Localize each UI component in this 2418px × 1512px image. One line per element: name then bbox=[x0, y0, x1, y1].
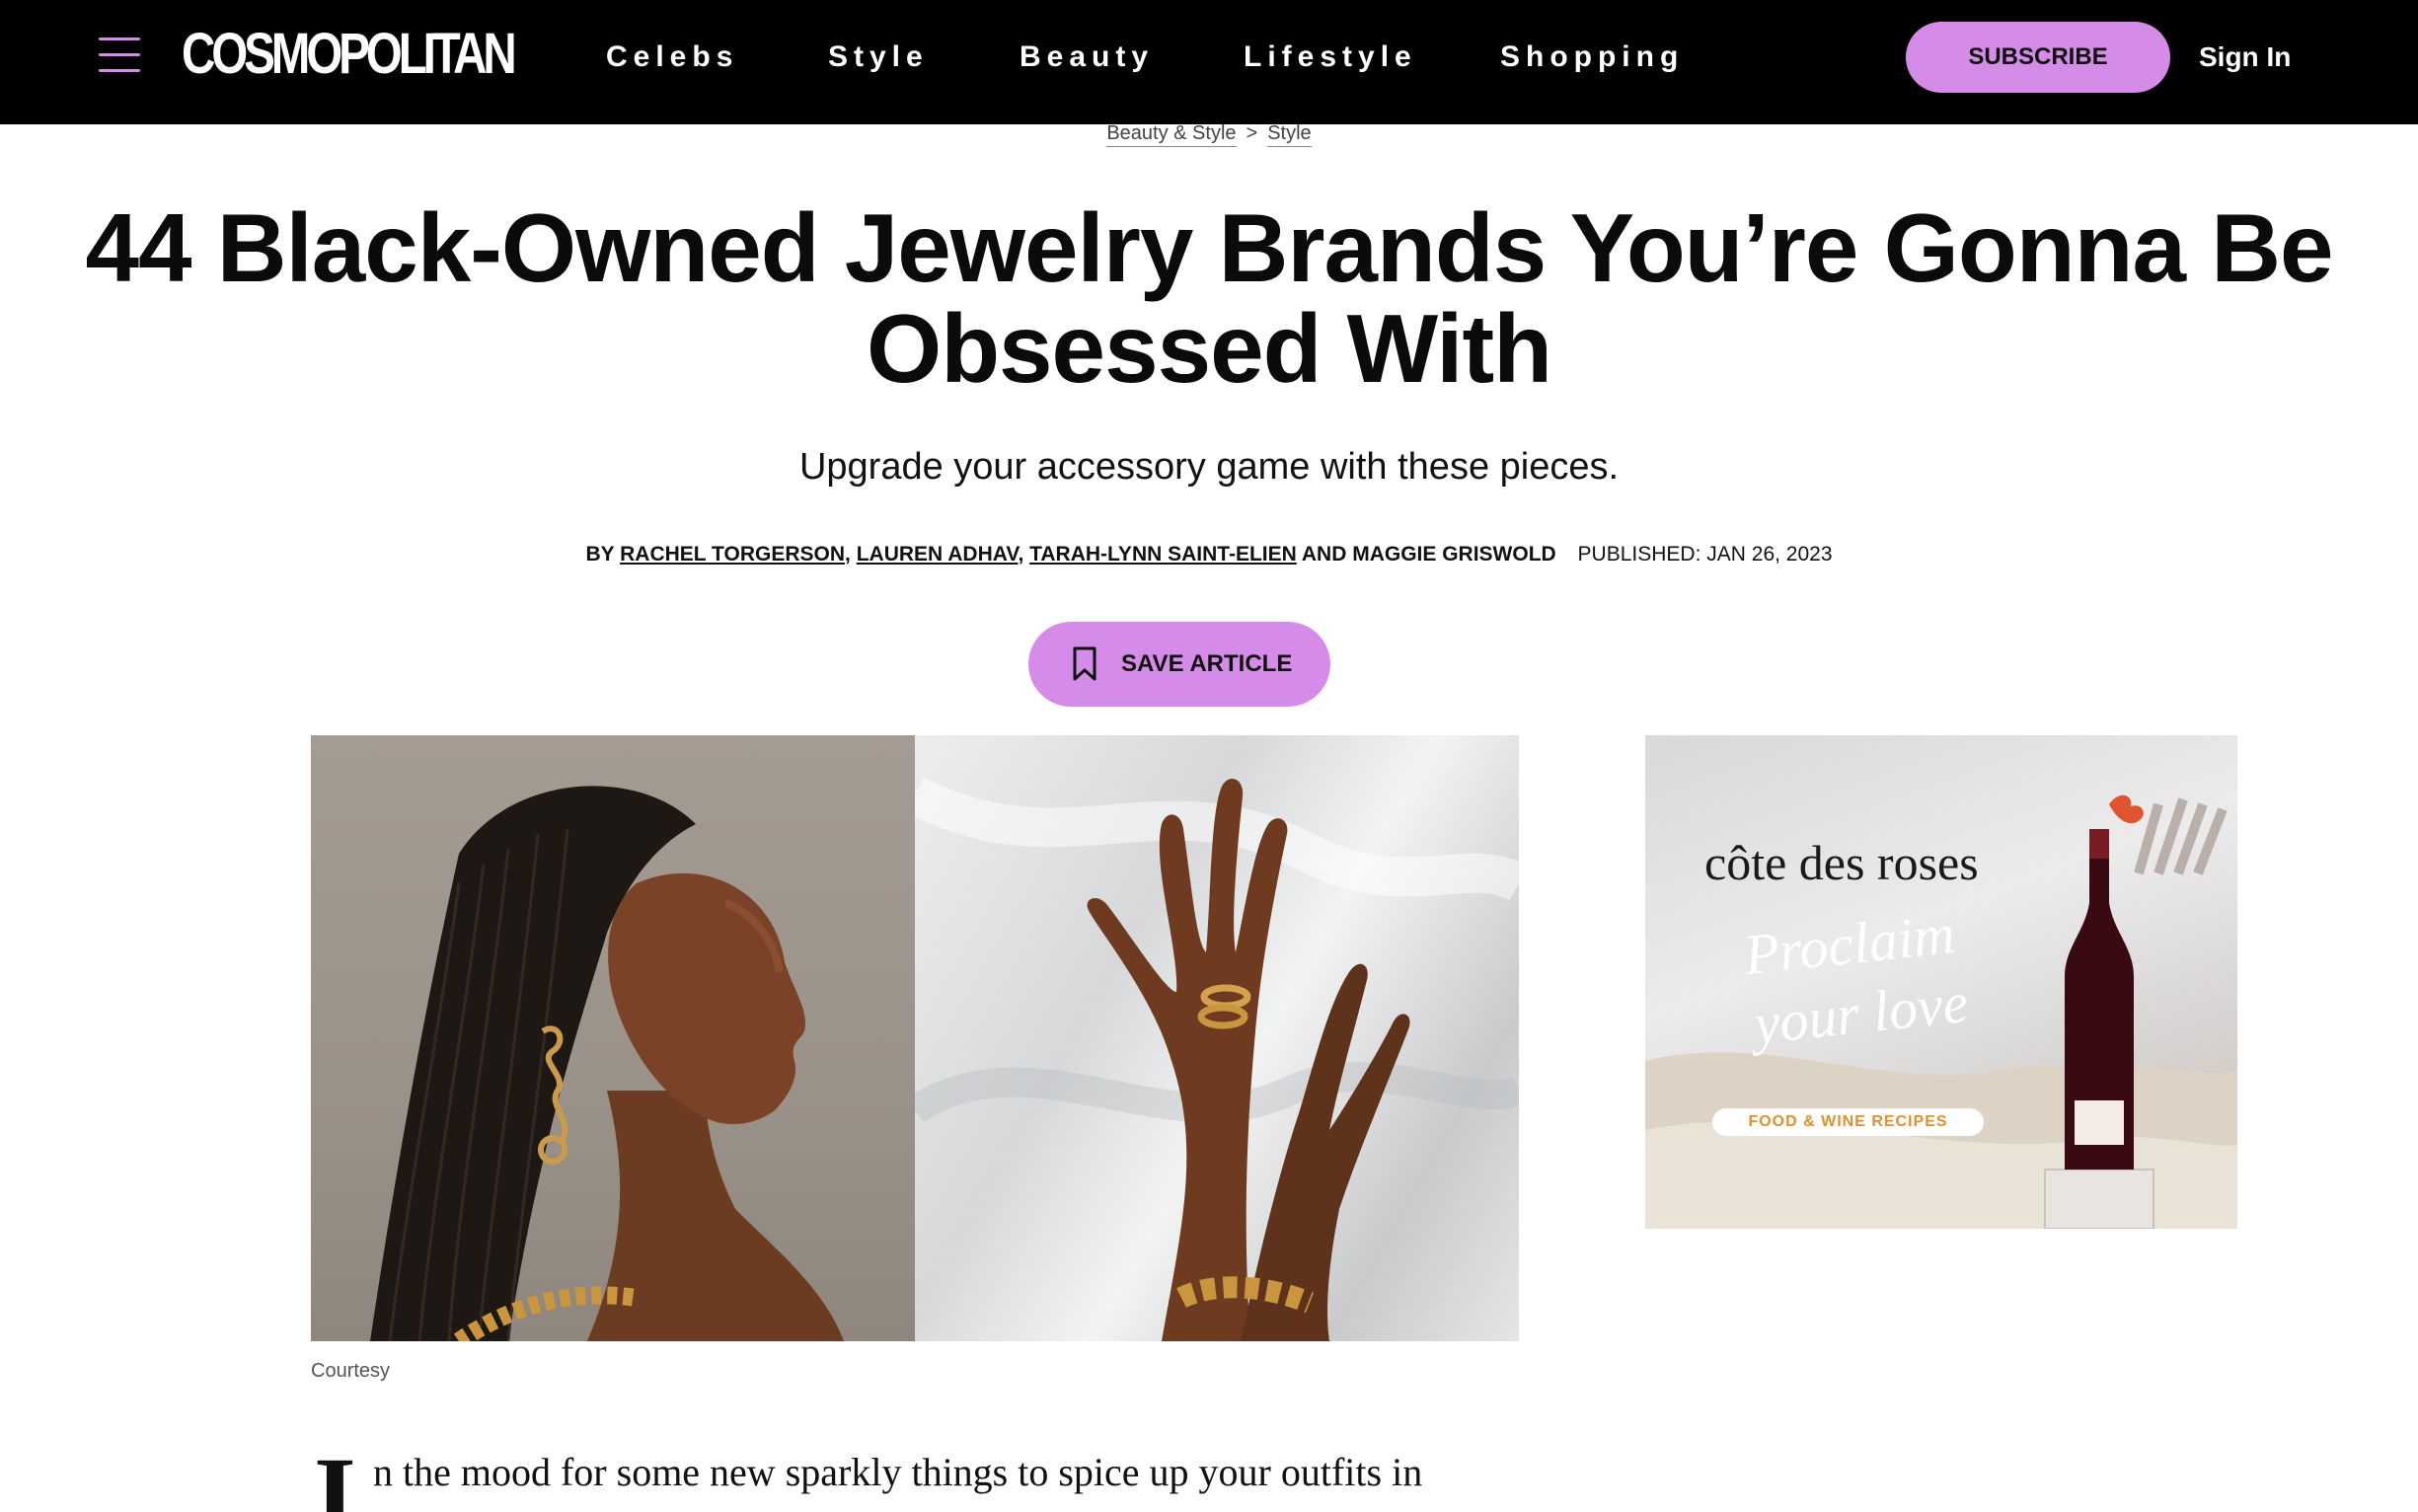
hero-caption: Courtesy bbox=[311, 1360, 391, 1382]
author-link-lauren-adhav[interactable]: LAUREN ADHAV bbox=[857, 543, 1019, 566]
save-article-label: SAVE ARTICLE bbox=[1121, 650, 1293, 677]
subscribe-button[interactable]: SUBSCRIBE bbox=[1906, 22, 2170, 93]
nav-link-lifestyle[interactable]: Lifestyle bbox=[1244, 36, 1417, 79]
breadcrumb: Beauty & Style > Style bbox=[0, 122, 2418, 147]
breadcrumb-beauty-style[interactable]: Beauty & Style bbox=[1106, 122, 1237, 147]
author-link-rachel-torgerson[interactable]: RACHEL TORGERSON bbox=[620, 543, 845, 566]
nav-link-style[interactable]: Style bbox=[828, 36, 929, 79]
byline-prefix: BY bbox=[585, 543, 615, 566]
byline: BY RACHEL TORGERSON, LAUREN ADHAV, TARAH… bbox=[585, 543, 1833, 566]
save-article-button[interactable]: SAVE ARTICLE bbox=[1028, 622, 1330, 707]
ad-cta-pill[interactable]: FOOD & WINE RECIPES bbox=[1712, 1108, 1984, 1136]
sign-in-link[interactable]: Sign In bbox=[2199, 36, 2291, 79]
author-link-tarah-lynn-saint-elien[interactable]: TARAH-LYNN SAINT-ELIEN bbox=[1029, 543, 1297, 566]
article-body-first-line: n the mood for some new sparkly things t… bbox=[373, 1450, 1423, 1494]
nav-link-celebs[interactable]: Celebs bbox=[606, 36, 738, 79]
article-title: 44 Black-Owned Jewelry Brands You’re Gon… bbox=[85, 193, 2334, 403]
article-dek: Upgrade your accessory game with these p… bbox=[798, 446, 1620, 488]
article-dropcap: I bbox=[314, 1435, 356, 1512]
breadcrumb-separator: > bbox=[1246, 122, 1258, 144]
nav-link-shopping[interactable]: Shopping bbox=[1500, 36, 1684, 79]
nav-link-beauty[interactable]: Beauty bbox=[1020, 36, 1154, 79]
ad-brand-name: côte des roses bbox=[1704, 835, 1979, 890]
hero-image-portrait bbox=[311, 735, 915, 1341]
menu-icon[interactable] bbox=[99, 38, 140, 72]
hero-image-hands bbox=[905, 735, 1519, 1341]
author-maggie-griswold: MAGGIE GRISWOLD bbox=[1352, 543, 1556, 566]
published-date: PUBLISHED: JAN 26, 2023 bbox=[1577, 543, 1833, 566]
top-navigation-bar: COSMOPOLITAN Celebs Style Beauty Lifesty… bbox=[0, 0, 2418, 124]
bookmark-icon bbox=[1073, 646, 1096, 681]
hero-image bbox=[311, 735, 1519, 1341]
site-logo[interactable]: COSMOPOLITAN bbox=[182, 22, 517, 87]
advertisement-banner[interactable]: côte des roses Proclaim your love FOOD &… bbox=[1645, 735, 2237, 1229]
byline-and: AND bbox=[1301, 543, 1347, 566]
breadcrumb-style[interactable]: Style bbox=[1267, 122, 1312, 147]
